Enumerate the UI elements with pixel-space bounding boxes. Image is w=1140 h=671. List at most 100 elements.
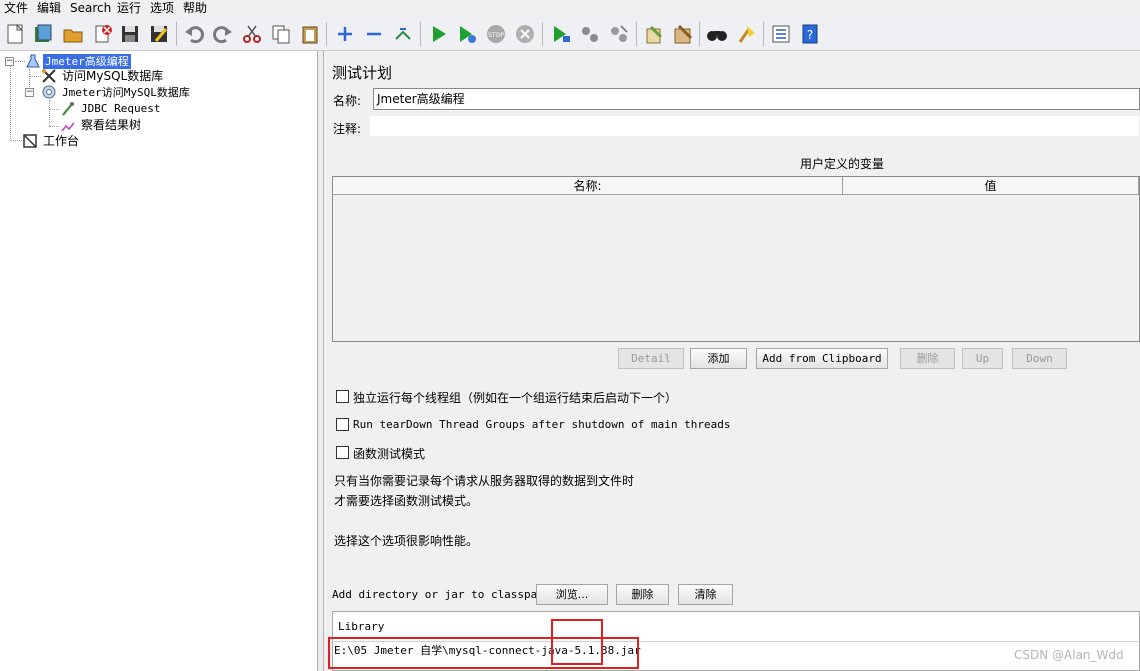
library-column-header: Library xyxy=(338,620,385,633)
listener-icon xyxy=(60,118,76,134)
tree-item-test-plan[interactable]: Jmeter高级编程 xyxy=(43,54,131,69)
close-icon[interactable] xyxy=(92,23,114,45)
menu-search[interactable]: Search xyxy=(70,0,111,17)
split-pane-divider[interactable] xyxy=(318,51,324,671)
serialize-threadgroups-label: 独立运行每个线程组（例如在一个组运行结束后启动下一个） xyxy=(353,391,678,405)
tools-icon xyxy=(41,68,57,84)
toolbar: STOP ? xyxy=(0,17,1140,51)
add-button[interactable]: 添加 xyxy=(690,348,747,369)
new-icon[interactable] xyxy=(4,23,26,45)
user-vars-table[interactable]: 名称: 值 xyxy=(332,176,1140,342)
down-button[interactable]: Down xyxy=(1012,348,1067,369)
annotation-highlight-box xyxy=(551,619,603,665)
delete-button[interactable]: 删除 xyxy=(900,348,955,369)
col-value-header[interactable]: 值 xyxy=(843,177,1139,195)
toolbar-separator xyxy=(699,22,700,46)
classpath-clear-button[interactable]: 清除 xyxy=(678,584,733,605)
tree-item-workbench[interactable]: 工作台 xyxy=(43,134,79,149)
tree-collapse-root[interactable]: − xyxy=(5,57,14,66)
start-icon[interactable] xyxy=(428,23,450,45)
collapse-icon[interactable] xyxy=(363,23,385,45)
tree-item-mysql-config[interactable]: 访问MySQL数据库 xyxy=(62,69,163,84)
menu-options[interactable]: 选项 xyxy=(150,0,174,17)
test-plan-tree: − Jmeter高级编程 访问MySQL数据库 − Jmeter访问MySQL数… xyxy=(0,51,318,671)
toggle-icon[interactable] xyxy=(392,23,414,45)
clear-icon[interactable] xyxy=(643,23,665,45)
reset-search-icon[interactable] xyxy=(735,23,757,45)
comment-field[interactable] xyxy=(369,115,1140,137)
templates-icon[interactable] xyxy=(32,23,54,45)
tree-item-thread-group[interactable]: Jmeter访问MySQL数据库 xyxy=(62,85,190,100)
copy-icon[interactable] xyxy=(270,23,292,45)
paste-icon[interactable] xyxy=(299,23,321,45)
sampler-icon xyxy=(60,101,76,117)
remote-exit-icon[interactable] xyxy=(608,23,630,45)
classpath-label: Add directory or jar to classpath xyxy=(332,588,551,601)
serialize-threadgroups-checkbox[interactable] xyxy=(336,390,349,403)
watermark: CSDN @Alan_Wdd xyxy=(1014,648,1124,662)
tree-line xyxy=(29,76,41,77)
functional-note-line1: 只有当你需要记录每个请求从服务器取得的数据到文件时 xyxy=(334,474,635,488)
svg-text:?: ? xyxy=(807,28,813,42)
svg-text:STOP: STOP xyxy=(488,32,504,39)
search-icon[interactable] xyxy=(706,23,728,45)
detail-button[interactable]: Detail xyxy=(618,348,684,369)
tree-line xyxy=(15,61,25,62)
save-icon[interactable] xyxy=(119,23,141,45)
tree-item-results-tree[interactable]: 察看结果树 xyxy=(81,118,141,133)
menu-bar: 文件 编辑 Search 运行 选项 帮助 xyxy=(0,0,1140,17)
functional-mode-checkbox[interactable] xyxy=(336,446,349,459)
teardown-checkbox[interactable] xyxy=(336,418,349,431)
expand-icon[interactable] xyxy=(334,23,356,45)
workbench-icon xyxy=(22,133,38,149)
tree-line xyxy=(49,100,50,126)
tree-line xyxy=(49,109,59,110)
toolbar-separator xyxy=(763,22,764,46)
tree-item-jdbc-request[interactable]: JDBC Request xyxy=(81,101,160,116)
menu-file[interactable]: 文件 xyxy=(4,0,28,17)
remote-stop-icon[interactable] xyxy=(579,23,601,45)
redo-icon[interactable] xyxy=(212,23,234,45)
toolbar-separator xyxy=(420,22,421,46)
functional-note-line2: 才需要选择函数测试模式。 xyxy=(334,494,479,508)
tree-line xyxy=(49,126,59,127)
user-vars-title: 用户定义的变量 xyxy=(800,157,885,171)
clear-all-icon[interactable] xyxy=(672,23,694,45)
menu-run[interactable]: 运行 xyxy=(117,0,141,17)
save-as-icon[interactable] xyxy=(148,23,170,45)
tree-line xyxy=(29,69,30,89)
shutdown-icon[interactable] xyxy=(514,23,536,45)
help-icon[interactable]: ? xyxy=(799,23,821,45)
stop-icon[interactable]: STOP xyxy=(485,23,507,45)
menu-edit[interactable]: 编辑 xyxy=(37,0,61,17)
start-no-pause-icon[interactable] xyxy=(456,23,478,45)
menu-help[interactable]: 帮助 xyxy=(183,0,207,17)
toolbar-separator xyxy=(636,22,637,46)
name-field[interactable]: Jmeter高级编程 xyxy=(373,88,1140,110)
test-plan-panel: 测试计划 名称: Jmeter高级编程 注释: 用户定义的变量 名称: 值 De… xyxy=(325,51,1140,671)
tree-collapse-thread-group[interactable]: − xyxy=(25,88,34,97)
tree-line xyxy=(10,66,11,141)
toolbar-separator xyxy=(542,22,543,46)
function-helper-icon[interactable] xyxy=(770,23,792,45)
test-plan-icon xyxy=(25,53,41,69)
teardown-label: Run tearDown Thread Groups after shutdow… xyxy=(353,418,731,431)
undo-icon[interactable] xyxy=(183,23,205,45)
toolbar-separator xyxy=(326,22,327,46)
cut-icon[interactable] xyxy=(241,23,263,45)
classpath-delete-button[interactable]: 删除 xyxy=(616,584,669,605)
functional-mode-label: 函数测试模式 xyxy=(353,447,426,461)
open-icon[interactable] xyxy=(62,23,84,45)
name-label: 名称: xyxy=(333,94,362,108)
thread-group-icon xyxy=(41,84,57,100)
col-name-header[interactable]: 名称: xyxy=(333,177,843,195)
browse-button[interactable]: 浏览... xyxy=(536,584,608,605)
functional-note-line3: 选择这个选项很影响性能。 xyxy=(334,534,479,548)
remote-start-icon[interactable] xyxy=(550,23,572,45)
toolbar-separator xyxy=(176,22,177,46)
up-button[interactable]: Up xyxy=(962,348,1003,369)
panel-title: 测试计划 xyxy=(332,64,393,82)
add-from-clipboard-button[interactable]: Add from Clipboard xyxy=(756,348,888,369)
comment-label: 注释: xyxy=(333,122,362,136)
tree-line xyxy=(10,140,22,141)
